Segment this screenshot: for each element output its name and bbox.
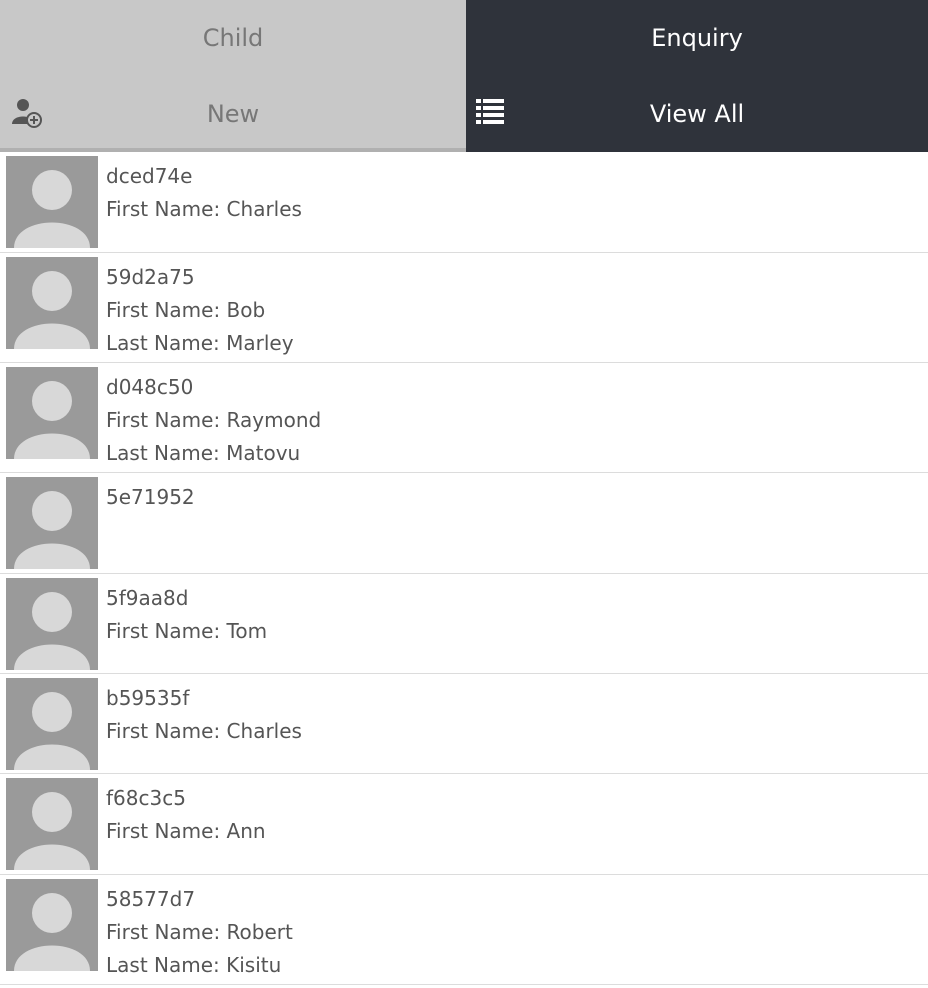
list-item[interactable]: d048c50 First Name: Raymond Last Name: M… [0,363,928,473]
avatar-placeholder-icon [6,778,98,870]
view-all-label: View All [649,100,745,128]
list-item[interactable]: dced74e First Name: Charles [0,152,928,253]
child-last-name: Last Name: Matovu [106,441,301,465]
child-first-name: First Name: Ann [106,819,266,843]
avatar-placeholder-icon [6,477,98,569]
child-last-name: Last Name: Kisitu [106,953,282,977]
list-item[interactable]: b59535f First Name: Charles [0,674,928,774]
child-first-name: First Name: Bob [106,298,266,322]
add-user-icon [10,96,44,130]
avatar-placeholder-icon [6,879,98,971]
list-item[interactable]: 58577d7 First Name: Robert Last Name: Ki… [0,875,928,985]
list-item[interactable]: 5f9aa8d First Name: Tom [0,574,928,674]
child-id: f68c3c5 [106,786,186,810]
child-id: 5e71952 [106,485,195,509]
top-bar: Child Enquiry New View All [0,0,928,152]
tab-enquiry-label: Enquiry [651,24,743,52]
child-id: 59d2a75 [106,265,195,289]
child-id: d048c50 [106,375,194,399]
avatar-placeholder-icon [6,367,98,459]
list-item[interactable]: 59d2a75 First Name: Bob Last Name: Marle… [0,253,928,363]
child-first-name: First Name: Tom [106,619,268,643]
list-item[interactable]: f68c3c5 First Name: Ann [0,774,928,875]
child-first-name [106,514,195,547]
child-first-name: First Name: Raymond [106,408,322,432]
avatar-placeholder-icon [6,257,98,349]
child-id: 58577d7 [106,887,196,911]
child-id: b59535f [106,686,190,710]
avatar-placeholder-icon [6,678,98,770]
tab-child[interactable]: Child [0,0,466,76]
child-list[interactable]: dced74e First Name: Charles 59d2a75 Firs… [0,152,928,988]
child-first-name: First Name: Charles [106,719,302,743]
new-child-label: New [206,100,260,128]
child-first-name: First Name: Charles [106,197,302,221]
child-last-name: Last Name: Marley [106,331,294,355]
child-id: 5f9aa8d [106,586,189,610]
child-id: dced74e [106,164,193,188]
tab-enquiry[interactable]: Enquiry [466,0,928,76]
list-item[interactable]: 5e71952 [0,473,928,574]
new-child-button[interactable]: New [0,76,466,152]
view-all-button[interactable]: View All [466,76,928,152]
tab-child-label: Child [202,24,264,52]
avatar-placeholder-icon [6,578,98,670]
child-first-name: First Name: Robert [106,920,293,944]
list-icon [474,96,508,130]
avatar-placeholder-icon [6,156,98,248]
